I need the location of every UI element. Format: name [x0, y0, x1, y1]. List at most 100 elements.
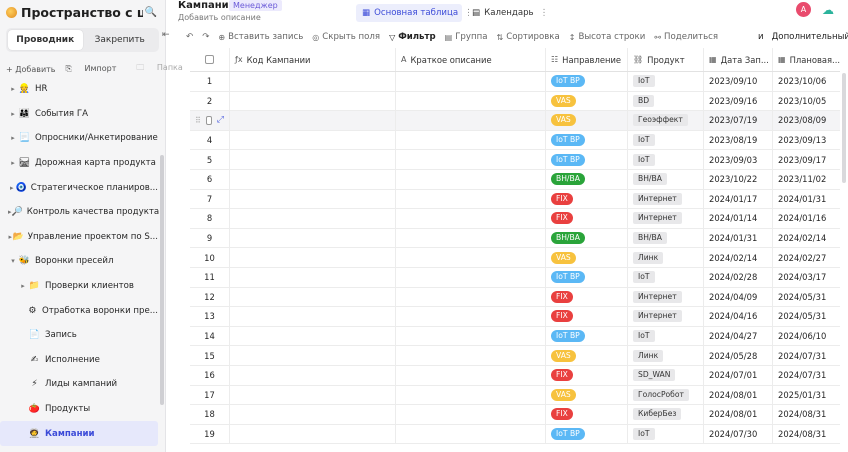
table-row[interactable]: 18 FIX КиберБез 2024/08/01 2024/08/31	[190, 405, 840, 425]
chevron-right-icon[interactable]: ▸	[8, 134, 18, 142]
grid-scrollbar[interactable]	[842, 73, 846, 183]
cell-short-description[interactable]	[396, 287, 546, 307]
cell-short-description[interactable]	[396, 209, 546, 228]
cell-short-description[interactable]	[396, 228, 546, 248]
cell-date-start[interactable]: 2024/04/16	[704, 307, 773, 326]
cell-short-description[interactable]	[396, 405, 546, 424]
cell-product[interactable]: BH/BA	[628, 169, 704, 189]
row-number-cell[interactable]: 15	[190, 346, 230, 365]
chevron-right-icon[interactable]: ▸	[8, 85, 18, 93]
cell-date-plan[interactable]: 2024/01/16	[773, 209, 840, 228]
tab-main-table[interactable]: ▦ Основная таблица ⋮	[356, 4, 473, 22]
cell-short-description[interactable]	[396, 111, 546, 130]
cell-date-start[interactable]: 2024/08/01	[704, 405, 773, 424]
cell-date-plan[interactable]: 2023/08/09	[773, 111, 840, 130]
table-row[interactable]: 13 FIX Интернет 2024/04/16 2024/05/31	[190, 307, 840, 327]
cell-campaign-code[interactable]	[230, 91, 396, 111]
cell-direction[interactable]: VAS	[546, 385, 628, 405]
share-button[interactable]: ⚯ Поделиться	[654, 32, 718, 42]
cell-date-plan[interactable]: 2024/05/31	[773, 307, 840, 326]
cell-direction[interactable]: IoT BP	[546, 130, 628, 150]
sidebar-item[interactable]: ▸ 📂 Управление проектом по S...	[0, 225, 158, 250]
cell-date-plan[interactable]: 2024/05/31	[773, 288, 840, 307]
row-number-cell[interactable]: 5	[190, 150, 230, 169]
cell-date-start[interactable]: 2024/04/09	[704, 287, 773, 307]
table-row[interactable]: 4 IoT BP IoT 2023/08/19 2023/09/13	[190, 130, 840, 151]
row-number-cell[interactable]: ⠿ ⤢	[190, 111, 230, 130]
cell-short-description[interactable]	[396, 326, 546, 346]
cell-date-start[interactable]: 2024/01/31	[704, 228, 773, 248]
table-row[interactable]: 8 FIX Интернет 2024/01/14 2024/01/16	[190, 209, 840, 229]
row-number-cell[interactable]: 14	[190, 326, 230, 346]
table-row[interactable]: 14 IoT BP IoT 2024/04/27 2024/06/10	[190, 326, 840, 347]
cell-direction[interactable]: VAS	[546, 248, 628, 267]
cell-campaign-code[interactable]	[230, 130, 396, 150]
cell-campaign-code[interactable]	[230, 267, 396, 287]
table-row[interactable]: 2 VAS BD 2023/09/16 2023/10/05	[190, 91, 840, 112]
cell-campaign-code[interactable]	[230, 346, 396, 365]
column-header-date-plan[interactable]: ▦ Плановая...	[773, 48, 840, 71]
cell-direction[interactable]: FIX	[546, 189, 628, 209]
row-number-cell[interactable]: 6	[190, 169, 230, 189]
cell-product[interactable]: IoT	[628, 326, 704, 346]
cell-campaign-code[interactable]	[230, 209, 396, 228]
cell-campaign-code[interactable]	[230, 424, 396, 444]
cell-date-plan[interactable]: 2024/03/17	[773, 268, 840, 287]
cell-product[interactable]: Интернет	[628, 287, 704, 307]
chevron-right-icon[interactable]: ▸	[18, 282, 28, 290]
column-header-product[interactable]: ⛓ Продукт	[628, 48, 704, 71]
cell-campaign-code[interactable]	[230, 307, 396, 326]
sidebar-item[interactable]: ▸ 🔎 Контроль качества продукта	[0, 200, 159, 225]
sidebar-item[interactable]: ▸ 🛤 Дорожная карта продукта	[0, 151, 158, 176]
cell-short-description[interactable]	[396, 346, 546, 365]
drag-handle-icon[interactable]: ⠿	[195, 116, 201, 125]
sidebar-item[interactable]: ⚙ Отработка воронки пре...	[0, 298, 158, 323]
cell-direction[interactable]: BH/BA	[546, 228, 628, 248]
table-row[interactable]: 12 FIX Интернет 2024/04/09 2024/05/31	[190, 287, 840, 308]
cell-campaign-code[interactable]	[230, 365, 396, 385]
cell-date-plan[interactable]: 2024/01/31	[773, 190, 840, 209]
row-number-cell[interactable]: 7	[190, 189, 230, 209]
insert-record-button[interactable]: ⊕ Вставить запись	[218, 32, 303, 42]
cell-short-description[interactable]	[396, 169, 546, 189]
cell-direction[interactable]: FIX	[546, 287, 628, 307]
table-row[interactable]: 15 VAS Линк 2024/05/28 2024/07/31	[190, 346, 840, 366]
cell-short-description[interactable]	[396, 189, 546, 209]
cell-product[interactable]: SD_WAN	[628, 365, 704, 385]
tab-explorer[interactable]: Проводник	[8, 30, 83, 50]
cell-date-start[interactable]: 2023/09/10	[704, 72, 773, 91]
sidebar-item[interactable]: ▸ 👨‍👩‍👧 События ГА	[0, 102, 158, 127]
cell-date-plan[interactable]: 2023/10/05	[773, 92, 840, 111]
column-header-date-start[interactable]: ▦ Дата Зап...	[704, 48, 773, 71]
chevron-right-icon[interactable]: ▸	[8, 184, 16, 192]
cell-campaign-code[interactable]	[230, 111, 396, 130]
cell-product[interactable]: IoT	[628, 150, 704, 169]
cell-date-start[interactable]: 2024/02/28	[704, 267, 773, 287]
cell-campaign-code[interactable]	[230, 169, 396, 189]
sidebar-item[interactable]: ▾ 🐝 Воронки пресейл	[0, 249, 158, 274]
cell-date-plan[interactable]: 2024/02/27	[773, 248, 840, 267]
cell-date-start[interactable]: 2024/07/30	[704, 424, 773, 444]
sidebar-scrollbar[interactable]	[160, 155, 164, 405]
chevron-right-icon[interactable]: ▸	[8, 159, 18, 167]
cell-product[interactable]: КиберБез	[628, 405, 704, 424]
tab-pinned[interactable]: Закрепить	[83, 30, 158, 50]
cell-short-description[interactable]	[396, 130, 546, 150]
sidebar-item[interactable]: ▸ 👷 HR	[0, 77, 158, 102]
cell-date-start[interactable]: 2023/09/16	[704, 91, 773, 111]
sidebar-item[interactable]: ▸ 🧿 Стратегическое планиров...	[0, 175, 158, 200]
cell-date-plan[interactable]: 2024/07/31	[773, 346, 840, 365]
cell-short-description[interactable]	[396, 424, 546, 444]
sidebar-item[interactable]: 📄 Запись	[0, 323, 158, 348]
table-row[interactable]: 10 VAS Линк 2024/02/14 2024/02/27	[190, 248, 840, 268]
folder-button[interactable]: 🗀 Папка	[136, 62, 192, 76]
cell-date-start[interactable]: 2023/08/19	[704, 130, 773, 150]
cell-date-start[interactable]: 2024/02/14	[704, 248, 773, 267]
row-number-cell[interactable]: 17	[190, 385, 230, 405]
sidebar-item[interactable]: 🍅 Продукты	[0, 397, 158, 422]
cell-direction[interactable]: IoT BP	[546, 150, 628, 169]
cell-date-plan[interactable]: 2023/11/02	[773, 170, 840, 189]
cell-product[interactable]: Интернет	[628, 189, 704, 209]
cell-date-start[interactable]: 2024/05/28	[704, 346, 773, 365]
cell-short-description[interactable]	[396, 248, 546, 267]
